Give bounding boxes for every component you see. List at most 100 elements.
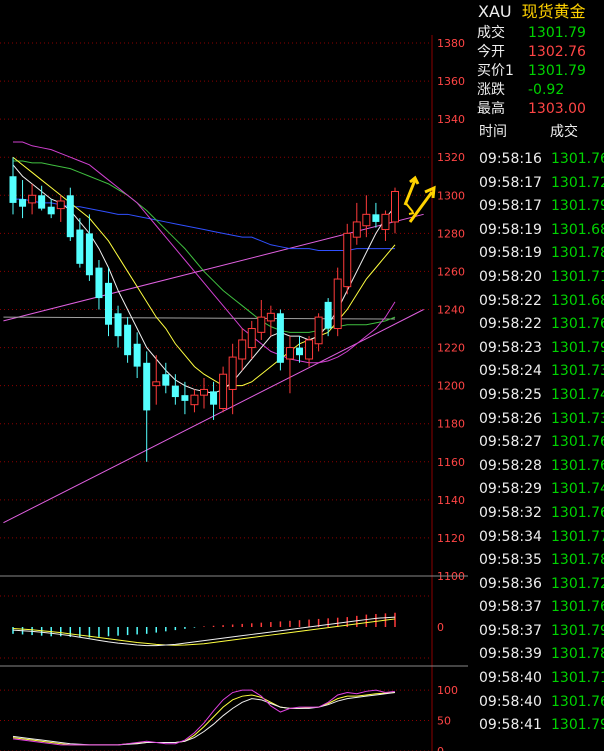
tick-row: 09:58:37 1301.79 [474,620,604,644]
quote-value: -0.92 [528,82,565,98]
quote-value: 1301.79 [528,25,586,41]
y-tick-label: 1200 [437,380,465,393]
tick-row: 09:58:17 1301.72 [474,172,604,196]
y-tick-label: 1140 [437,494,465,507]
quote-row-high: 最高 1303.00 [474,100,604,119]
quote-value: 1303.00 [528,101,586,117]
tick-time: 09:58:27 [479,434,542,451]
y-tick-label: 1160 [437,456,465,469]
tick-price: 1301.76 [551,599,604,616]
candle-body [76,229,84,264]
tick-price: 1301.68 [551,221,604,238]
candle-body [210,391,218,405]
candle-body [28,194,37,204]
candle-body [305,339,314,360]
tick-price: 1301.77 [551,528,604,545]
tick-row: 09:58:19 1301.68 [474,219,604,243]
candle-body [200,388,208,396]
candle-body [19,199,27,207]
candle-body [372,214,380,222]
tick-price: 1301.72 [551,174,604,191]
tick-row: 09:58:40 1301.76 [474,691,604,715]
symbol-header: XAU 现货黄金 [474,0,604,24]
tick-row: 09:58:41 1301.79 [474,714,604,738]
candle-body [266,312,275,322]
y-tick-label: 0 [437,621,444,634]
tick-row: 09:58:22 1301.68 [474,290,604,314]
tick-price: 1301.79 [551,717,604,734]
tick-time: 09:58:35 [479,552,542,569]
arrow-up-icon [403,175,420,206]
quote-panel: 成交 1301.79 今开 1302.76 买价1 1301.79 涨跌 -0.92 最… [474,24,604,119]
quote-row-open: 今开 1302.76 [474,43,604,62]
arrow-up-icon [408,185,436,223]
tick-row: 09:58:39 1301.78 [474,643,604,667]
symbol-name: 现货黄金 [521,2,586,21]
candle-body [66,195,74,238]
tick-price: 1301.78 [551,552,604,569]
candle-body [124,324,132,356]
y-tick-label: 1220 [437,342,465,355]
candle-body [105,282,112,325]
candle-body [276,313,284,363]
candle-body [47,206,55,215]
ticks-header-price: 成交 [550,124,578,140]
tick-price: 1301.68 [551,292,604,309]
ticks-list[interactable]: 09:58:16 1301.76 09:58:17 1301.72 09:58:17 13… [474,148,604,738]
candle-body [171,385,179,398]
candle-body [114,313,122,337]
candle-body [296,347,303,356]
candle-body [362,213,371,227]
tick-time: 09:58:37 [479,599,542,616]
tick-row: 09:58:19 1301.78 [474,242,604,266]
candle-body [381,213,390,231]
tick-time: 09:58:17 [479,174,542,191]
candle-body [343,232,352,288]
tick-price: 1301.79 [551,339,604,356]
y-tick-label: 1280 [437,227,465,240]
tick-time: 09:58:26 [479,410,542,427]
quote-label: 成交 [477,25,505,41]
ticks-header: 时间 成交 [474,119,604,148]
tick-row: 09:58:16 1301.76 [474,148,604,172]
y-tick-label: 50 [437,715,451,728]
arrow-down-icon [404,201,415,215]
symbol-code: XAU [478,2,512,21]
tick-price: 1301.71 [551,670,604,687]
tick-row: 09:58:26 1301.73 [474,408,604,432]
tick-price: 1301.76 [551,316,604,333]
candle-body [324,301,332,329]
tick-time: 09:58:40 [479,670,542,687]
tick-price: 1301.78 [551,245,604,262]
tick-row: 09:58:40 1301.71 [474,667,604,691]
candle-body [9,176,17,203]
quote-label: 今开 [477,44,505,60]
quote-value: 1302.76 [528,44,586,60]
quote-value: 1301.79 [528,63,586,79]
tick-time: 09:58:29 [479,481,542,498]
y-tick-label: 1300 [437,189,465,202]
tick-time: 09:58:24 [479,363,542,380]
tick-price: 1301.76 [551,693,604,710]
candle-body [238,339,247,360]
y-tick-label: 1120 [437,532,465,545]
tick-price: 1301.76 [551,151,604,167]
y-tick-label: 1340 [437,113,465,126]
tick-time: 09:58:32 [479,504,542,521]
quote-row-change: 涨跌 -0.92 [474,81,604,100]
candle-body [391,190,399,223]
candle-body [152,381,161,387]
y-tick-label: 1180 [437,418,465,431]
candlestick-chart[interactable]: 1100112011401160118012001220124012601280… [0,0,474,751]
candle-body [219,373,228,409]
tick-time: 09:58:17 [479,198,542,215]
tick-row: 09:58:32 1301.76 [474,502,604,526]
tick-row: 09:58:37 1301.76 [474,596,604,620]
candle-body [85,233,93,276]
tick-price: 1301.74 [551,386,604,403]
tick-time: 09:58:19 [479,221,542,238]
tick-price: 1301.79 [551,198,604,215]
quote-row-last: 成交 1301.79 [474,24,604,43]
tick-row: 09:58:29 1301.74 [474,478,604,502]
ticks-header-time: 时间 [479,124,507,140]
